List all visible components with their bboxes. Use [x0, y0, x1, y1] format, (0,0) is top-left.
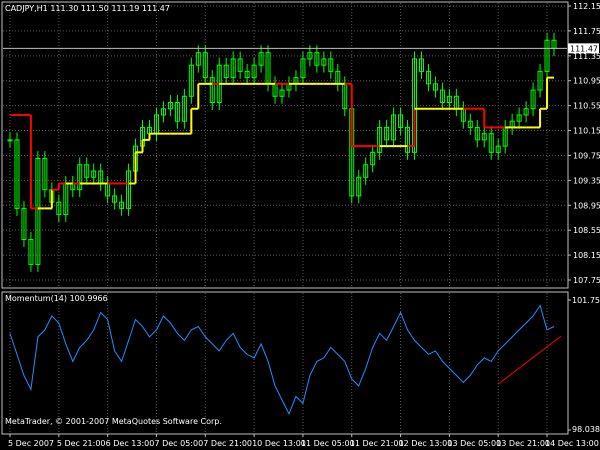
price-grid: [3, 3, 567, 287]
price-tick-label: 110.95: [573, 77, 600, 86]
time-tick-label: 7 Dec 05:00: [154, 439, 203, 448]
time-tick-label: 5 Dec 21:00: [57, 439, 106, 448]
momentum-axis: 101.7566 98.0383: [568, 296, 600, 434]
momentum-tick-label: 98.0383: [572, 425, 600, 434]
price-tick-label: 108.15: [573, 251, 600, 260]
chart-header: CADJPY,H1 111.30 111.50 111.19 111.47: [5, 4, 170, 14]
time-axis: 5 Dec 2007 5 Dec 21:00 6 Dec 13:00 7 Dec 05…: [8, 434, 599, 448]
candle-body: [7, 139, 13, 142]
indicator-value: 100.9966: [69, 294, 108, 303]
price-series: [3, 32, 567, 272]
momentum-tick-label: 101.7566: [572, 296, 600, 305]
price-tick-label: 110.15: [573, 127, 600, 136]
price-tick-label: 108.95: [573, 201, 600, 210]
price-tick-label: 109.75: [573, 151, 600, 160]
price-tick-label: 111.75: [573, 27, 600, 36]
time-tick-label: 11 Dec 21:00: [350, 439, 404, 448]
time-tick-label: 13 Dec 21:00: [496, 439, 550, 448]
momentum-panel-frame: [1, 291, 569, 435]
time-tick-label: 5 Dec 2007: [8, 439, 54, 448]
time-tick-label: 12 Dec 13:00: [399, 439, 453, 448]
time-tick-label: 14 Dec 13:00: [545, 439, 599, 448]
price-tick-label: 108.55: [573, 226, 600, 235]
momentum-grid: [9, 293, 548, 433]
price-tick-label: 107.75: [573, 276, 600, 285]
indicator-header: Momentum(14) 100.9966: [5, 294, 108, 304]
copyright-text: MetaTrader, © 2001-2007 MetaQuotes Softw…: [5, 417, 222, 426]
time-tick-label: 11 Dec 05:00: [301, 439, 355, 448]
momentum-line: [9, 304, 555, 416]
symbol-label: CADJPY,H1: [5, 4, 48, 13]
chart-canvas: 112.15111.75111.35110.95110.55110.15109.…: [1, 1, 600, 448]
time-tick-label: 10 Dec 13:00: [252, 439, 306, 448]
price-tick-label: 109.35: [573, 176, 600, 185]
price-tick-label: 112.15: [573, 2, 600, 11]
ohlc-readout: 111.30 111.50 111.19 111.47: [50, 4, 170, 13]
time-tick-label: 7 Dec 21:00: [203, 439, 252, 448]
time-tick-label: 13 Dec 05:00: [447, 439, 501, 448]
price-axis: 112.15111.75111.35110.95110.55110.15109.…: [568, 2, 600, 285]
price-tick-label: 110.55: [573, 102, 600, 111]
indicator-name: Momentum(14): [5, 294, 68, 303]
price-panel-frame: [1, 1, 569, 289]
momentum-trendline: [497, 335, 562, 385]
time-tick-label: 6 Dec 13:00: [106, 439, 155, 448]
current-price-label: 111.47: [570, 44, 598, 53]
momentum-series: [9, 304, 562, 416]
